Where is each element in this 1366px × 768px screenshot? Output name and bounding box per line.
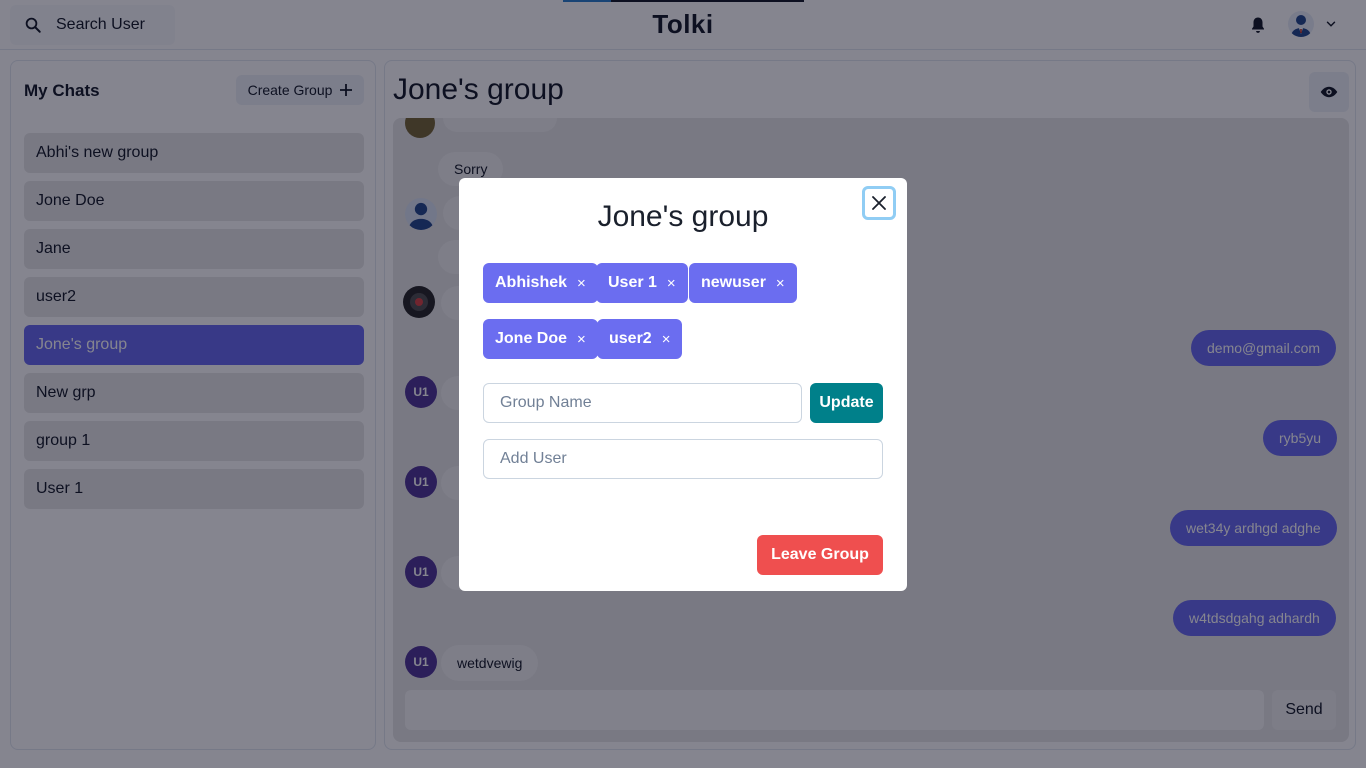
remove-member-icon[interactable]: ×	[662, 331, 671, 348]
member-chip: Abhishek ×	[483, 263, 598, 303]
member-name: user2	[609, 330, 652, 347]
member-name: Abhishek	[495, 274, 568, 291]
member-chip: newuser ×	[689, 263, 797, 303]
group-settings-modal: Jone's group Abhishek × User 1 × newuser…	[459, 178, 907, 591]
close-button[interactable]	[862, 186, 896, 220]
member-name: Jone Doe	[495, 330, 568, 347]
group-name-input[interactable]: Group Name	[483, 383, 802, 423]
remove-member-icon[interactable]: ×	[667, 275, 676, 292]
remove-member-icon[interactable]: ×	[776, 275, 785, 292]
remove-member-icon[interactable]: ×	[577, 275, 586, 292]
member-chip: User 1 ×	[596, 263, 688, 303]
close-icon	[872, 196, 886, 210]
member-name: User 1	[608, 274, 657, 291]
member-chip: user2 ×	[597, 319, 683, 359]
modal-title: Jone's group	[597, 200, 769, 233]
member-chip: Jone Doe ×	[483, 319, 598, 359]
add-user-input[interactable]: Add User	[483, 439, 883, 479]
leave-group-button[interactable]: Leave Group	[757, 535, 883, 575]
update-button[interactable]: Update	[810, 383, 883, 423]
member-name: newuser	[701, 274, 766, 291]
remove-member-icon[interactable]: ×	[577, 331, 586, 348]
